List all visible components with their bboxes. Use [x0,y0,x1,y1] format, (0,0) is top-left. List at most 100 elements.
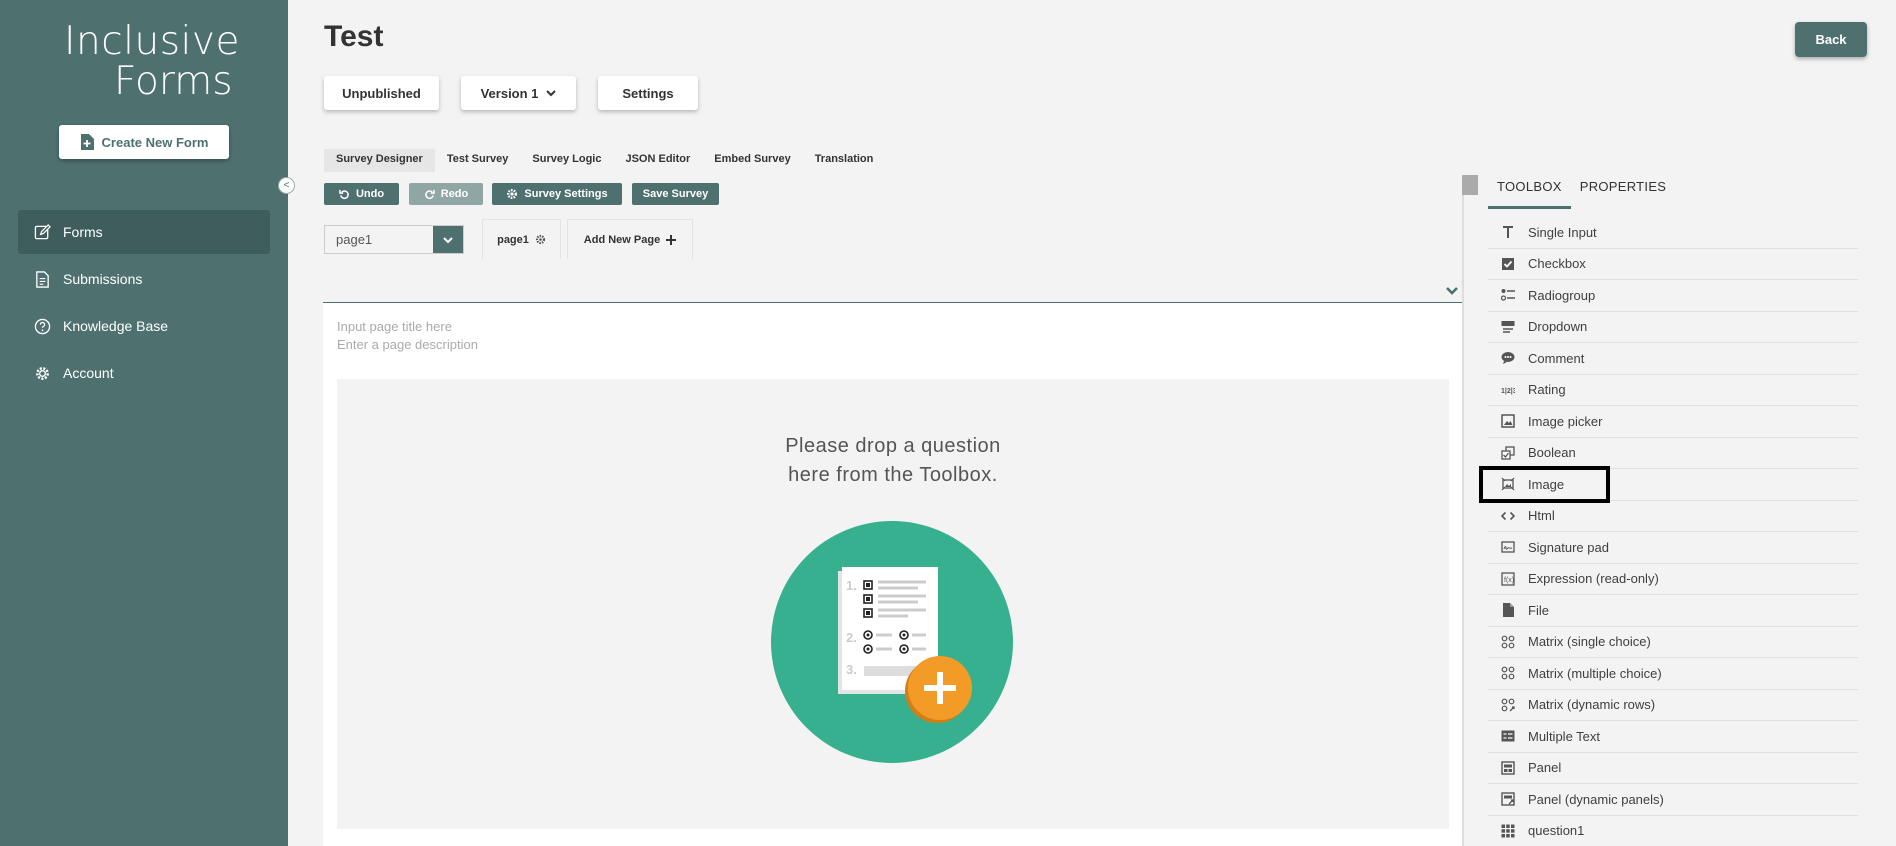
tab-survey-designer[interactable]: Survey Designer [324,149,435,172]
create-new-form-button[interactable]: Create New Form [59,125,229,159]
toolbox-item-question1[interactable]: question1 [1488,816,1858,846]
toolbox-item-checkbox[interactable]: Checkbox [1488,249,1858,280]
panel-toggle-icon[interactable] [1462,175,1478,195]
toolbox-item-html[interactable]: Html [1488,501,1858,532]
toolbox-item-matrix-single[interactable]: Matrix (single choice) [1488,627,1858,658]
toolbox-item-label: Comment [1528,350,1585,366]
collapse-sidebar-button[interactable]: < [278,177,295,194]
edit-icon [34,223,51,239]
tab-json-editor[interactable]: JSON Editor [613,149,702,172]
file-icon [1488,603,1528,618]
new-file-icon [80,134,94,150]
toolbox-item-radiogroup[interactable]: Radiogroup [1488,280,1858,312]
collapse-page-icon[interactable] [1445,284,1459,298]
checkbox-icon [1488,257,1528,271]
back-button[interactable]: Back [1795,22,1867,57]
gear-icon [36,366,49,380]
toolbox-item-multiple-text[interactable]: Multiple Text [1488,721,1858,753]
tab-toolbox[interactable]: TOOLBOX [1488,175,1571,209]
boolean-icon [1488,446,1528,460]
toolbox-item-image-picker[interactable]: Image picker [1488,406,1858,438]
drop-hint-line2: here from the Toolbox. [788,464,998,486]
page-description-input[interactable]: Enter a page description [337,337,478,352]
toolbox-item-label: Checkbox [1528,256,1586,272]
svg-text:3.: 3. [846,662,857,677]
toolbox-item-panel-dynamic[interactable]: Panel (dynamic panels) [1488,784,1858,816]
survey-settings-button[interactable]: Survey Settings [492,183,622,205]
publish-status-button[interactable]: Unpublished [324,76,439,110]
sidebar-item-label: Submissions [63,271,143,287]
right-panel-tabs: TOOLBOX PROPERTIES [1488,175,1675,209]
toolbox-item-rating[interactable]: 1|2|3 Rating [1488,375,1858,406]
sidebar-item-label: Forms [63,224,103,240]
survey-illustration-icon: 1. 2. 3. [771,521,1013,763]
toolbox-item-dropdown[interactable]: Dropdown [1488,312,1858,343]
version-dropdown[interactable]: Version 1 [461,76,576,110]
panel-splitter[interactable] [1462,175,1464,846]
signature-icon [1488,540,1528,554]
toolbox-list: Single Input Checkbox Radiogroup Dropdow… [1488,217,1858,846]
multiple-text-icon [1488,729,1528,743]
tab-embed-survey[interactable]: Embed Survey [702,149,802,172]
sidebar-nav: Forms Submissions Knowledge Base Account [18,210,270,398]
toolbox-item-label: Multiple Text [1528,728,1601,744]
question-drop-zone[interactable]: Please drop a question here from the Too… [337,379,1449,829]
tab-translation[interactable]: Translation [803,149,886,172]
page-selector[interactable]: page1 [324,225,464,254]
toolbox-item-file[interactable]: File [1488,595,1858,627]
gear-icon[interactable] [535,234,546,245]
undo-icon [339,189,349,199]
page-tab-page1[interactable]: page1 [482,219,561,259]
matrix-icon [1488,635,1528,649]
toolbox-item-panel[interactable]: Panel [1488,753,1858,784]
toolbox-item-label: Matrix (multiple choice) [1528,665,1662,681]
designer-tabs: Survey Designer Test Survey Survey Logic… [324,149,885,172]
redo-icon [424,189,435,199]
toolbox-item-label: question1 [1528,823,1585,839]
toolbox-item-expression[interactable]: f(x) Expression (read-only) [1488,564,1858,595]
undo-label: Undo [355,188,385,200]
tab-survey-logic[interactable]: Survey Logic [520,149,613,172]
radiogroup-icon [1488,288,1528,302]
survey-canvas: Input page title here Enter a page descr… [323,303,1463,846]
expression-icon: f(x) [1488,572,1528,586]
matrix-icon [1488,666,1528,680]
redo-button[interactable]: Redo [409,183,483,205]
svg-text:1|2|3: 1|2|3 [1501,388,1515,395]
toolbox-item-label: Expression (read-only) [1528,571,1659,587]
toolbox-item-boolean[interactable]: Boolean [1488,438,1858,469]
toolbox-item-label: Dropdown [1528,319,1588,335]
page-header [323,279,1463,303]
gear-icon [507,189,518,199]
tab-test-survey[interactable]: Test Survey [435,149,521,172]
toolbox-item-label: Signature pad [1528,539,1609,555]
toolbox-item-label: Single Input [1528,224,1597,240]
document-icon [36,270,49,288]
toolbox-item-label: File [1528,602,1549,618]
chevron-down-icon[interactable] [433,226,463,253]
toolbox-item-comment[interactable]: Comment [1488,343,1858,375]
toolbox-item-matrix-multiple[interactable]: Matrix (multiple choice) [1488,658,1858,690]
toolbox-item-label: Rating [1528,382,1566,398]
toolbox-item-signature-pad[interactable]: Signature pad [1488,532,1858,564]
sidebar-item-knowledge-base[interactable]: Knowledge Base [18,304,270,348]
logo[interactable]: Inclusive Forms [64,22,240,102]
sidebar-item-account[interactable]: Account [18,351,270,395]
save-survey-button[interactable]: Save Survey [632,183,719,205]
toolbox-item-label: Html [1528,508,1555,524]
image-picker-icon [1488,414,1528,428]
sidebar-item-submissions[interactable]: Submissions [18,257,270,301]
survey-settings-label: Survey Settings [524,188,608,200]
add-new-page-button[interactable]: Add New Page [567,219,693,259]
rating-icon: 1|2|3 [1488,383,1528,397]
toolbox-item-matrix-dynamic[interactable]: Matrix (dynamic rows) [1488,690,1858,721]
settings-button[interactable]: Settings [598,76,698,110]
page-title-input[interactable]: Input page title here [337,319,452,334]
tab-properties[interactable]: PROPERTIES [1571,175,1676,209]
sidebar-item-forms[interactable]: Forms [18,210,270,254]
toolbox-item-label: Image picker [1528,413,1603,429]
logo-line2: Forms [114,59,233,104]
undo-button[interactable]: Undo [324,183,399,205]
toolbox-item-single-input[interactable]: Single Input [1488,217,1858,249]
svg-text:2.: 2. [846,630,857,645]
